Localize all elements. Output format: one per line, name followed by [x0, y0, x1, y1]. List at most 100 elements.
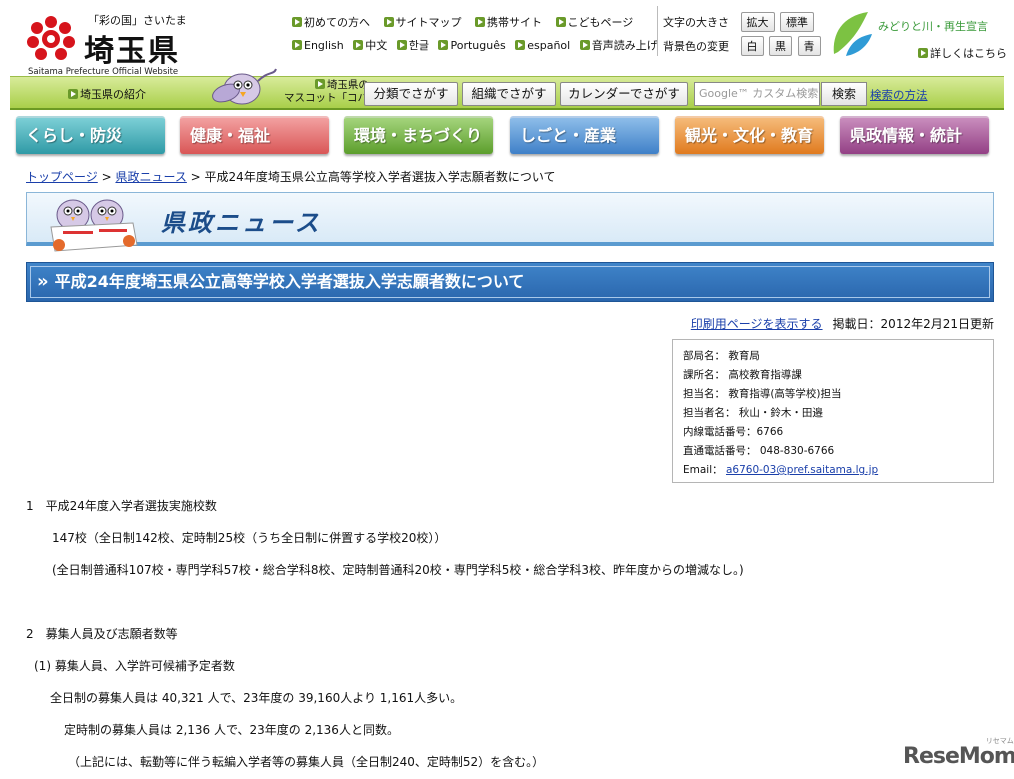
midori-link-label: 詳しくはこちら	[930, 47, 1007, 60]
contact-dept: 部局名： 教育局	[683, 350, 760, 362]
page-title: 平成24年度埼玉県公立高等学校入学者選抜入学志願者数について	[54, 272, 525, 291]
link-label: 携帯サイト	[487, 16, 542, 29]
arrow-icon	[383, 17, 394, 27]
header-links-row1: 初めての方へ サイトマップ 携帯サイト こどもページ	[292, 14, 643, 30]
section-2-heading: 2 募集人員及び志願者数等	[26, 627, 178, 641]
contact-person: 担当者名： 秋山・鈴木・田邉	[683, 407, 823, 419]
arrow-icon	[292, 40, 302, 50]
link-kids[interactable]: こどもページ	[555, 16, 634, 29]
section-1-line-2: (全日制普通科107校・専門学科57校・総合学科8校、定時制普通科20校・専門学…	[52, 563, 744, 577]
site-logo[interactable]: 「彩の国」さいたま 埼玉県 Saitama Prefecture Officia…	[26, 10, 206, 80]
header-divider	[657, 6, 658, 56]
link-prefecture-intro[interactable]: 埼玉県の紹介	[68, 86, 146, 102]
contact-box: 部局名： 教育局 課所名： 高校教育指導課 担当名： 教育指導(高等学校)担当 …	[672, 339, 994, 483]
breadcrumb: トップページ > 県政ニュース > 平成24年度埼玉県公立高等学校入学者選抜入学…	[26, 168, 555, 185]
link-spanish[interactable]: español	[515, 39, 570, 52]
watermark-small-text: リセマム	[985, 737, 1014, 745]
font-size-control: 文字の大きさ 拡大 標準	[663, 12, 814, 32]
midori-link[interactable]: 詳しくはこちら	[918, 45, 1007, 61]
arrow-icon	[475, 17, 485, 27]
kobaton-mascot-icon	[212, 68, 277, 105]
arrow-icon	[292, 17, 302, 27]
search-by-organization-button[interactable]: 組織でさがす	[462, 82, 556, 106]
watermark-text: ReseMom	[903, 744, 1014, 769]
link-voice-reader[interactable]: 音声読み上げ	[579, 39, 658, 52]
contact-direct: 直通電話番号： 048-830-6766	[683, 445, 835, 457]
bg-white-button[interactable]: 白	[740, 36, 764, 56]
section-2-line-3: （上記には、転勤等に伴う転編入学者等の募集人員（全日制240、定時制52）を含む…	[68, 755, 545, 769]
bg-blue-button[interactable]: 青	[797, 36, 821, 56]
breadcrumb-news-link[interactable]: 県政ニュース	[115, 170, 186, 184]
nav-government-statistics[interactable]: 県政情報・統計	[840, 116, 989, 154]
nav-environment[interactable]: 環境・まちづくり	[344, 116, 493, 154]
header-links-row2: English 中文 한글 Português español 音声読み上げ	[292, 37, 658, 53]
link-chinese[interactable]: 中文	[353, 39, 387, 52]
page-title-bar: » 平成24年度埼玉県公立高等学校入学者選抜入学志願者数について	[26, 262, 994, 302]
breadcrumb-current: 平成24年度埼玉県公立高等学校入学者選抜入学志願者数について	[204, 170, 556, 184]
link-portuguese[interactable]: Português	[438, 39, 506, 52]
contact-email-row: Email： a6760-03@pref.saitama.lg.jp	[683, 461, 983, 480]
site-name: 埼玉県	[84, 34, 180, 69]
font-size-label: 文字の大きさ	[663, 16, 729, 29]
arrow-icon	[918, 48, 928, 58]
link-label: English	[304, 39, 344, 52]
link-label: こどもページ	[567, 16, 634, 29]
section-1-line-1: 147校（全日制142校、定時制25校（うち全日制に併置する学校20校））	[52, 531, 447, 545]
contact-email-link[interactable]: a6760-03@pref.saitama.lg.jp	[726, 464, 878, 476]
search-help-link[interactable]: 検索の方法	[870, 87, 928, 103]
arrow-icon	[396, 40, 407, 50]
arrow-icon	[579, 40, 590, 50]
section-2-subheading: (1) 募集人員、入学許可候補予定者数	[34, 659, 235, 673]
arrow-icon	[515, 40, 526, 50]
search-input[interactable]: Google™ カスタム検索	[694, 82, 820, 106]
breadcrumb-separator: >	[97, 170, 116, 184]
midori-leaf-icon	[833, 12, 872, 56]
link-label: サイトマップ	[395, 16, 462, 29]
print-page-link[interactable]: 印刷用ページを表示する	[691, 317, 823, 331]
link-first-visit[interactable]: 初めての方へ	[292, 16, 370, 29]
link-english[interactable]: English	[292, 39, 344, 52]
contact-charge: 担当名： 教育指導(高等学校)担当	[683, 388, 842, 400]
posted-date: 掲載日：2012年2月21日更新	[832, 317, 994, 331]
breadcrumb-separator: >	[186, 170, 205, 184]
midori-banner[interactable]: みどりと川・再生宣言 詳しくはこちら	[828, 8, 1008, 60]
link-label: Português	[450, 39, 506, 52]
kobaton-reading-icon	[50, 199, 138, 252]
arrow-icon	[353, 40, 364, 50]
contact-email-label: Email：	[683, 464, 726, 476]
search-by-category-button[interactable]: 分類でさがす	[364, 82, 458, 106]
double-chevron-icon: »	[37, 271, 49, 292]
bg-color-label: 背景色の変更	[663, 40, 729, 53]
arrow-icon	[555, 17, 566, 27]
link-label: 音声読み上げ	[591, 39, 658, 52]
bg-color-control: 背景色の変更 白 黒 青	[663, 36, 821, 56]
search-by-calendar-button[interactable]: カレンダーでさがす	[560, 82, 688, 106]
arrow-icon	[314, 79, 325, 89]
link-label: 中文	[365, 39, 388, 52]
bg-black-button[interactable]: 黒	[769, 36, 792, 56]
search-button[interactable]: 検索	[821, 82, 867, 106]
resemom-watermark: ReseMom リセマム	[903, 737, 1014, 769]
link-korean[interactable]: 한글	[396, 39, 429, 52]
link-sitemap[interactable]: サイトマップ	[383, 16, 462, 29]
news-banner: 県政ニュース	[26, 192, 994, 252]
font-enlarge-button[interactable]: 拡大	[740, 12, 775, 32]
link-label: 한글	[408, 39, 429, 52]
contact-section: 課所名： 高校教育指導課	[683, 369, 802, 381]
nav-work-industry[interactable]: しごと・産業	[510, 116, 659, 154]
link-label: español	[527, 39, 571, 52]
news-banner-title: 県政ニュース	[161, 209, 322, 237]
midori-title: みどりと川・再生宣言	[878, 20, 988, 33]
nav-living-safety[interactable]: くらし・防災	[16, 116, 165, 154]
arrow-icon	[438, 40, 449, 50]
link-label: 初めての方へ	[304, 16, 370, 29]
section-1-heading: 1 平成24年度入学者選抜実施校数	[26, 499, 217, 513]
saitama-logo-icon	[27, 16, 75, 60]
breadcrumb-top-link[interactable]: トップページ	[26, 170, 98, 184]
nav-health-welfare[interactable]: 健康・福祉	[180, 116, 329, 154]
arrow-icon	[68, 89, 78, 99]
mascot-label-1: 埼玉県の	[326, 79, 369, 91]
nav-tourism-culture-education[interactable]: 観光・文化・教育	[675, 116, 824, 154]
font-standard-button[interactable]: 標準	[780, 12, 814, 32]
link-mobile[interactable]: 携帯サイト	[475, 16, 542, 29]
